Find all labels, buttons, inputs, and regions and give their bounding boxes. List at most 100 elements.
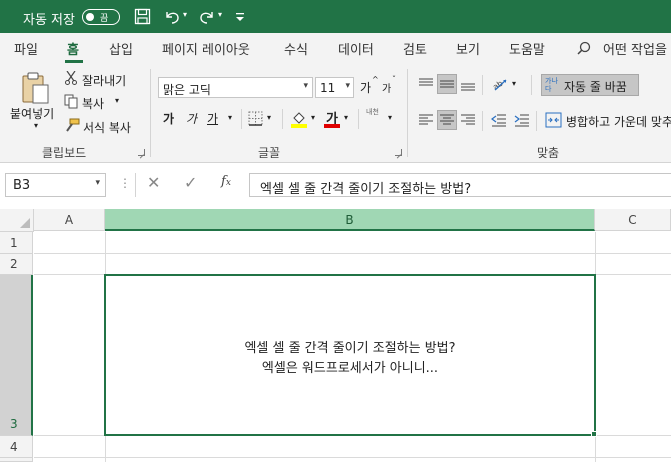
increase-indent-icon[interactable]	[514, 112, 530, 128]
tab-data[interactable]: 데이터	[338, 39, 374, 58]
wrap-text-button[interactable]: 가나 다 자동 줄 바꿈	[541, 74, 639, 96]
align-middle-icon[interactable]	[437, 74, 457, 94]
save-icon[interactable]	[134, 8, 151, 25]
cell-b3[interactable]: 엑셀 셀 줄 간격 줄이기 조절하는 방법? 엑셀은 워드프로세서가 아니니..…	[104, 274, 596, 436]
align-center-icon[interactable]	[437, 110, 457, 130]
font-color-button[interactable]: 가	[324, 108, 340, 128]
cut-icon[interactable]	[64, 70, 78, 85]
row-header-2[interactable]: 2	[0, 254, 33, 275]
font-name-dropdown[interactable]: 맑은 고딕 ▾	[158, 77, 313, 98]
tell-me-box[interactable]: 어떤 작업을	[603, 39, 667, 58]
copy-button[interactable]: 복사	[82, 95, 104, 112]
cut-button[interactable]: 잘라내기	[82, 72, 126, 89]
underline-button[interactable]: 가	[207, 110, 218, 127]
grip-icon: ⋮	[119, 176, 131, 190]
column-header-a[interactable]: A	[34, 209, 105, 231]
group-divider	[150, 69, 151, 157]
bold-button[interactable]: 가	[163, 110, 174, 127]
chevron-down-icon: ▾	[95, 178, 100, 188]
align-right-icon[interactable]	[460, 112, 476, 128]
name-box[interactable]: B3 ▾	[5, 173, 106, 197]
shrink-font-button[interactable]: 가	[382, 80, 391, 95]
divider	[282, 109, 283, 129]
row-header-1[interactable]: 1	[0, 232, 33, 254]
borders-icon[interactable]	[248, 111, 263, 126]
cancel-icon[interactable]: ✕	[147, 173, 160, 192]
insert-function-icon[interactable]: fx	[221, 174, 231, 189]
font-launcher-icon[interactable]	[395, 149, 402, 156]
paste-button[interactable]: 붙여넣기	[10, 105, 54, 122]
paste-dropdown-icon[interactable]: ▾	[34, 121, 38, 130]
fill-color-dropdown-icon[interactable]: ▾	[311, 113, 315, 122]
formula-input[interactable]: 엑셀 셀 줄 간격 줄이기 조절하는 방법?	[249, 173, 671, 197]
paste-icon[interactable]	[20, 71, 50, 105]
ribbon-tabs: 파일 홈 삽입 페이지 레이아웃 수식 데이터 검토 보기 도움말 어떤 작업을	[0, 33, 671, 63]
select-all-button[interactable]	[0, 209, 34, 232]
formula-area: B3 ▾ ⋮ ✕ ✓ fx 엑셀 셀 줄 간격 줄이기 조절하는 방법?	[0, 163, 671, 209]
column-header-c[interactable]: C	[595, 209, 671, 231]
customize-toolbar-icon[interactable]	[236, 12, 244, 22]
group-divider	[407, 69, 408, 157]
undo-icon[interactable]	[163, 8, 181, 25]
align-top-icon[interactable]	[418, 76, 434, 92]
undo-dropdown-icon[interactable]: ▾	[183, 10, 187, 19]
gridline	[34, 457, 671, 458]
cell-b3-line-2: 엑셀은 워드프로세서가 아니니...	[261, 361, 439, 376]
tab-page-layout[interactable]: 페이지 레이아웃	[162, 39, 250, 58]
autosave-toggle[interactable]: 끔	[82, 9, 120, 25]
title-bar: 자동 저장 끔 ▾ ▾	[0, 0, 671, 33]
font-size-dropdown[interactable]: 11 ▾	[315, 77, 354, 98]
tab-home[interactable]: 홈	[67, 39, 79, 58]
formula-content: 엑셀 셀 줄 간격 줄이기 조절하는 방법?	[260, 182, 472, 197]
fill-handle[interactable]	[591, 431, 597, 437]
tab-view[interactable]: 보기	[456, 39, 480, 58]
format-painter-icon[interactable]	[64, 118, 80, 133]
font-color-dropdown-icon[interactable]: ▾	[344, 113, 348, 122]
toggle-knob	[86, 13, 94, 21]
redo-icon[interactable]	[198, 8, 216, 25]
align-left-icon[interactable]	[418, 112, 434, 128]
row-header-4[interactable]: 4	[0, 436, 33, 458]
underline-dropdown-icon[interactable]: ▾	[228, 113, 232, 122]
clipboard-launcher-icon[interactable]	[138, 149, 145, 156]
merge-center-icon[interactable]	[545, 112, 562, 128]
align-bottom-icon[interactable]	[460, 76, 476, 92]
cell-b3-line-1: 엑셀 셀 줄 간격 줄이기 조절하는 방법?	[244, 341, 456, 356]
svg-text:ab: ab	[491, 79, 504, 92]
font-name-value: 맑은 고딕	[163, 83, 211, 97]
redo-dropdown-icon[interactable]: ▾	[218, 10, 222, 19]
alignment-group-label: 맞춤	[537, 146, 560, 160]
copy-icon[interactable]	[64, 94, 79, 109]
row-header-3[interactable]: 3	[0, 275, 33, 436]
merge-center-button[interactable]: 병합하고 가운데 맞추	[566, 113, 671, 130]
row-header-5[interactable]	[0, 458, 33, 462]
worksheet-grid: A B C 1 2 3 4 엑셀 셀 줄 간격 줄이기 조절하는 방법? 엑셀은…	[0, 209, 671, 462]
shrink-font-arrow-icon: ˇ	[392, 75, 396, 84]
enter-check-icon[interactable]: ✓	[184, 173, 197, 192]
wrap-text-icon: 가나 다	[545, 77, 558, 93]
column-header-b[interactable]: B	[105, 209, 595, 231]
fill-color-icon[interactable]	[291, 110, 307, 128]
phonetic-guide-button[interactable]: 내천	[366, 108, 382, 117]
orientation-icon[interactable]: ab	[491, 76, 509, 92]
decrease-indent-icon[interactable]	[491, 112, 507, 128]
italic-button[interactable]: 가	[186, 110, 197, 127]
divider	[482, 75, 483, 95]
tab-formulas[interactable]: 수식	[284, 39, 308, 58]
borders-dropdown-icon[interactable]: ▾	[267, 113, 271, 122]
tab-file[interactable]: 파일	[14, 39, 38, 58]
wrap-text-label: 자동 줄 바꿈	[564, 80, 627, 94]
grow-font-button[interactable]: 가	[360, 79, 371, 96]
tab-help[interactable]: 도움말	[509, 39, 545, 58]
format-painter-button[interactable]: 서식 복사	[83, 119, 131, 136]
ribbon-home: 붙여넣기 ▾ 잘라내기 복사 ▾ 서식 복사 클립보드 맑은 고딕 ▾ 11 ▾…	[0, 63, 671, 163]
phonetic-dropdown-icon[interactable]: ▾	[388, 113, 392, 122]
search-icon[interactable]	[577, 41, 591, 55]
gridline	[34, 253, 671, 254]
font-group-label: 글꼴	[258, 146, 281, 160]
copy-dropdown-icon[interactable]: ▾	[115, 96, 119, 105]
tab-review[interactable]: 검토	[403, 39, 427, 58]
orientation-dropdown-icon[interactable]: ▾	[512, 79, 516, 88]
tab-insert[interactable]: 삽입	[109, 39, 133, 58]
autosave-label: 자동 저장	[23, 13, 75, 28]
